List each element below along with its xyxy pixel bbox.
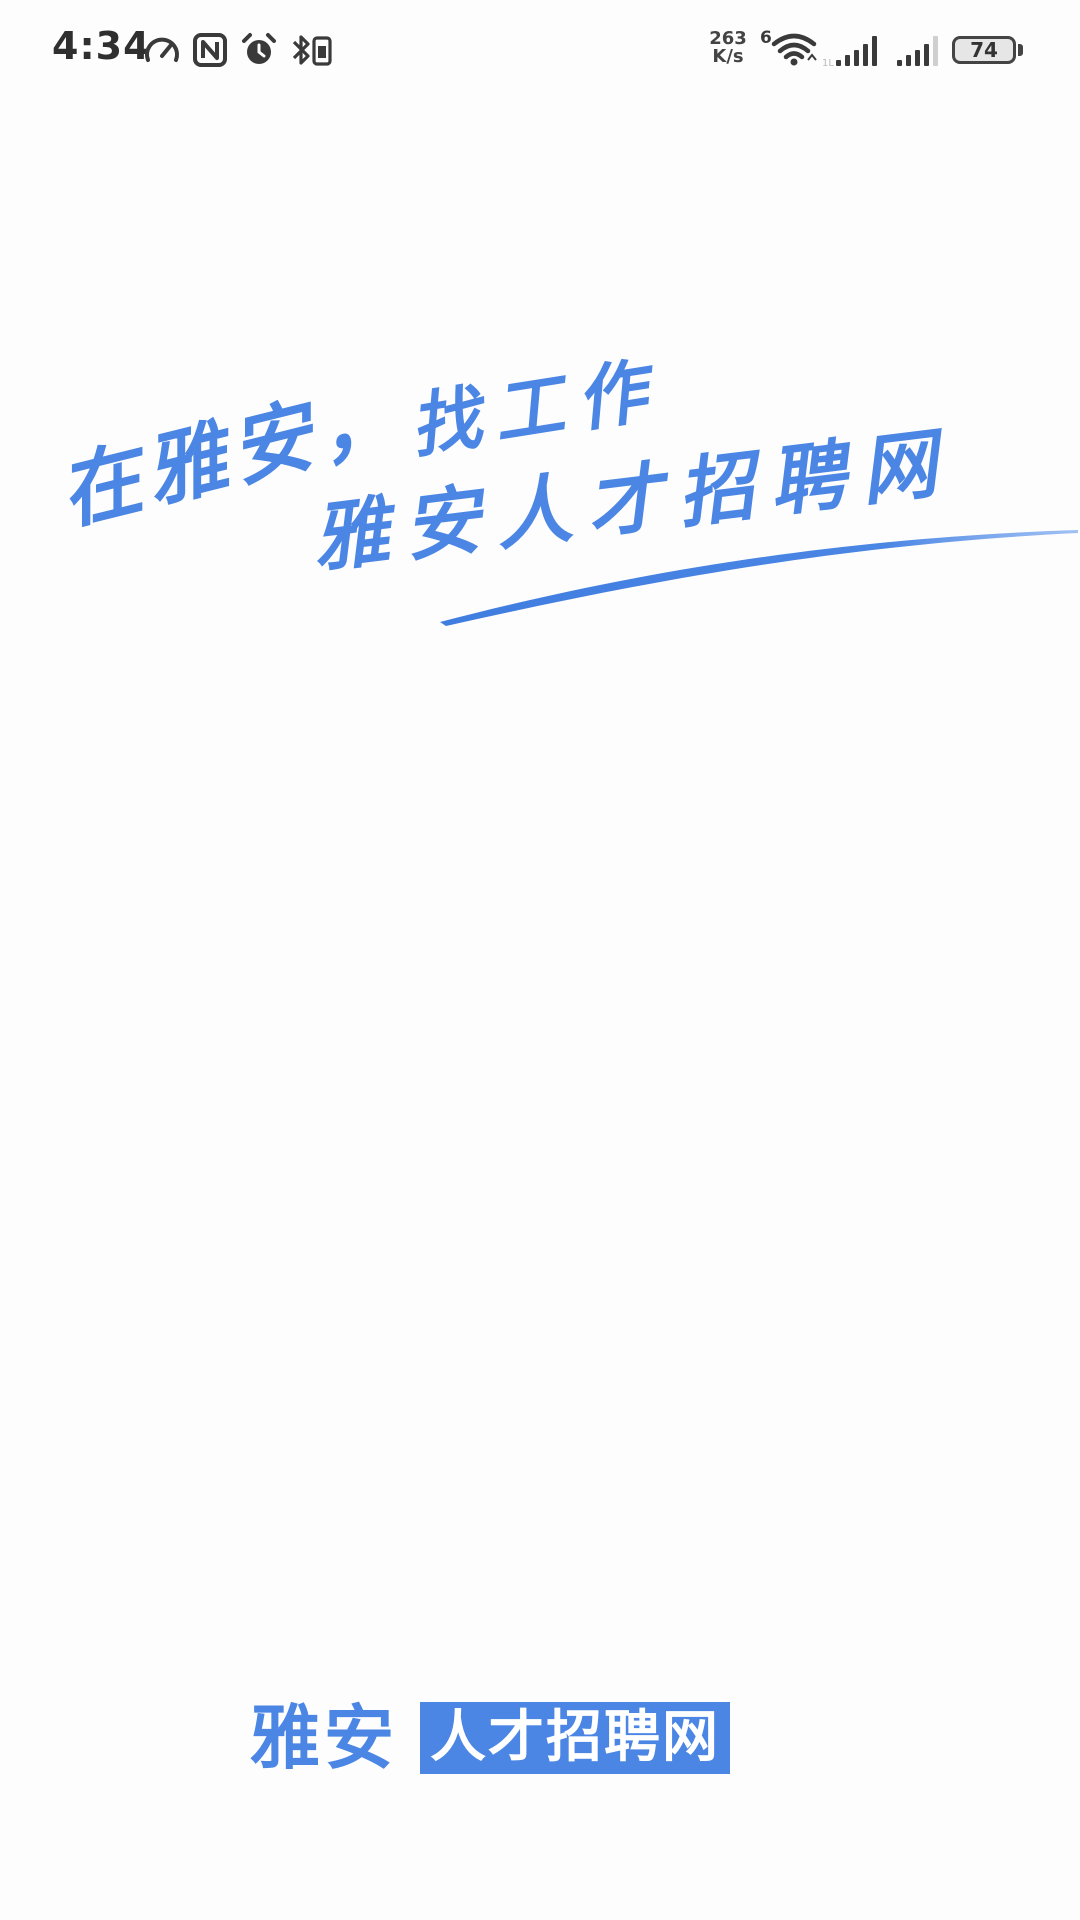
logo-site-text: 人才招聘网 bbox=[420, 1702, 730, 1774]
brush-swoosh bbox=[440, 530, 1078, 626]
logo-city-text: 雅安 bbox=[250, 1697, 398, 1779]
splash-screen: 4:34 263 K/s 6 1L 74 在雅安， 找工作 雅安人才招聘网 雅安… bbox=[0, 0, 1080, 1920]
brand-logo: 雅安 人才招聘网 bbox=[250, 1700, 730, 1776]
